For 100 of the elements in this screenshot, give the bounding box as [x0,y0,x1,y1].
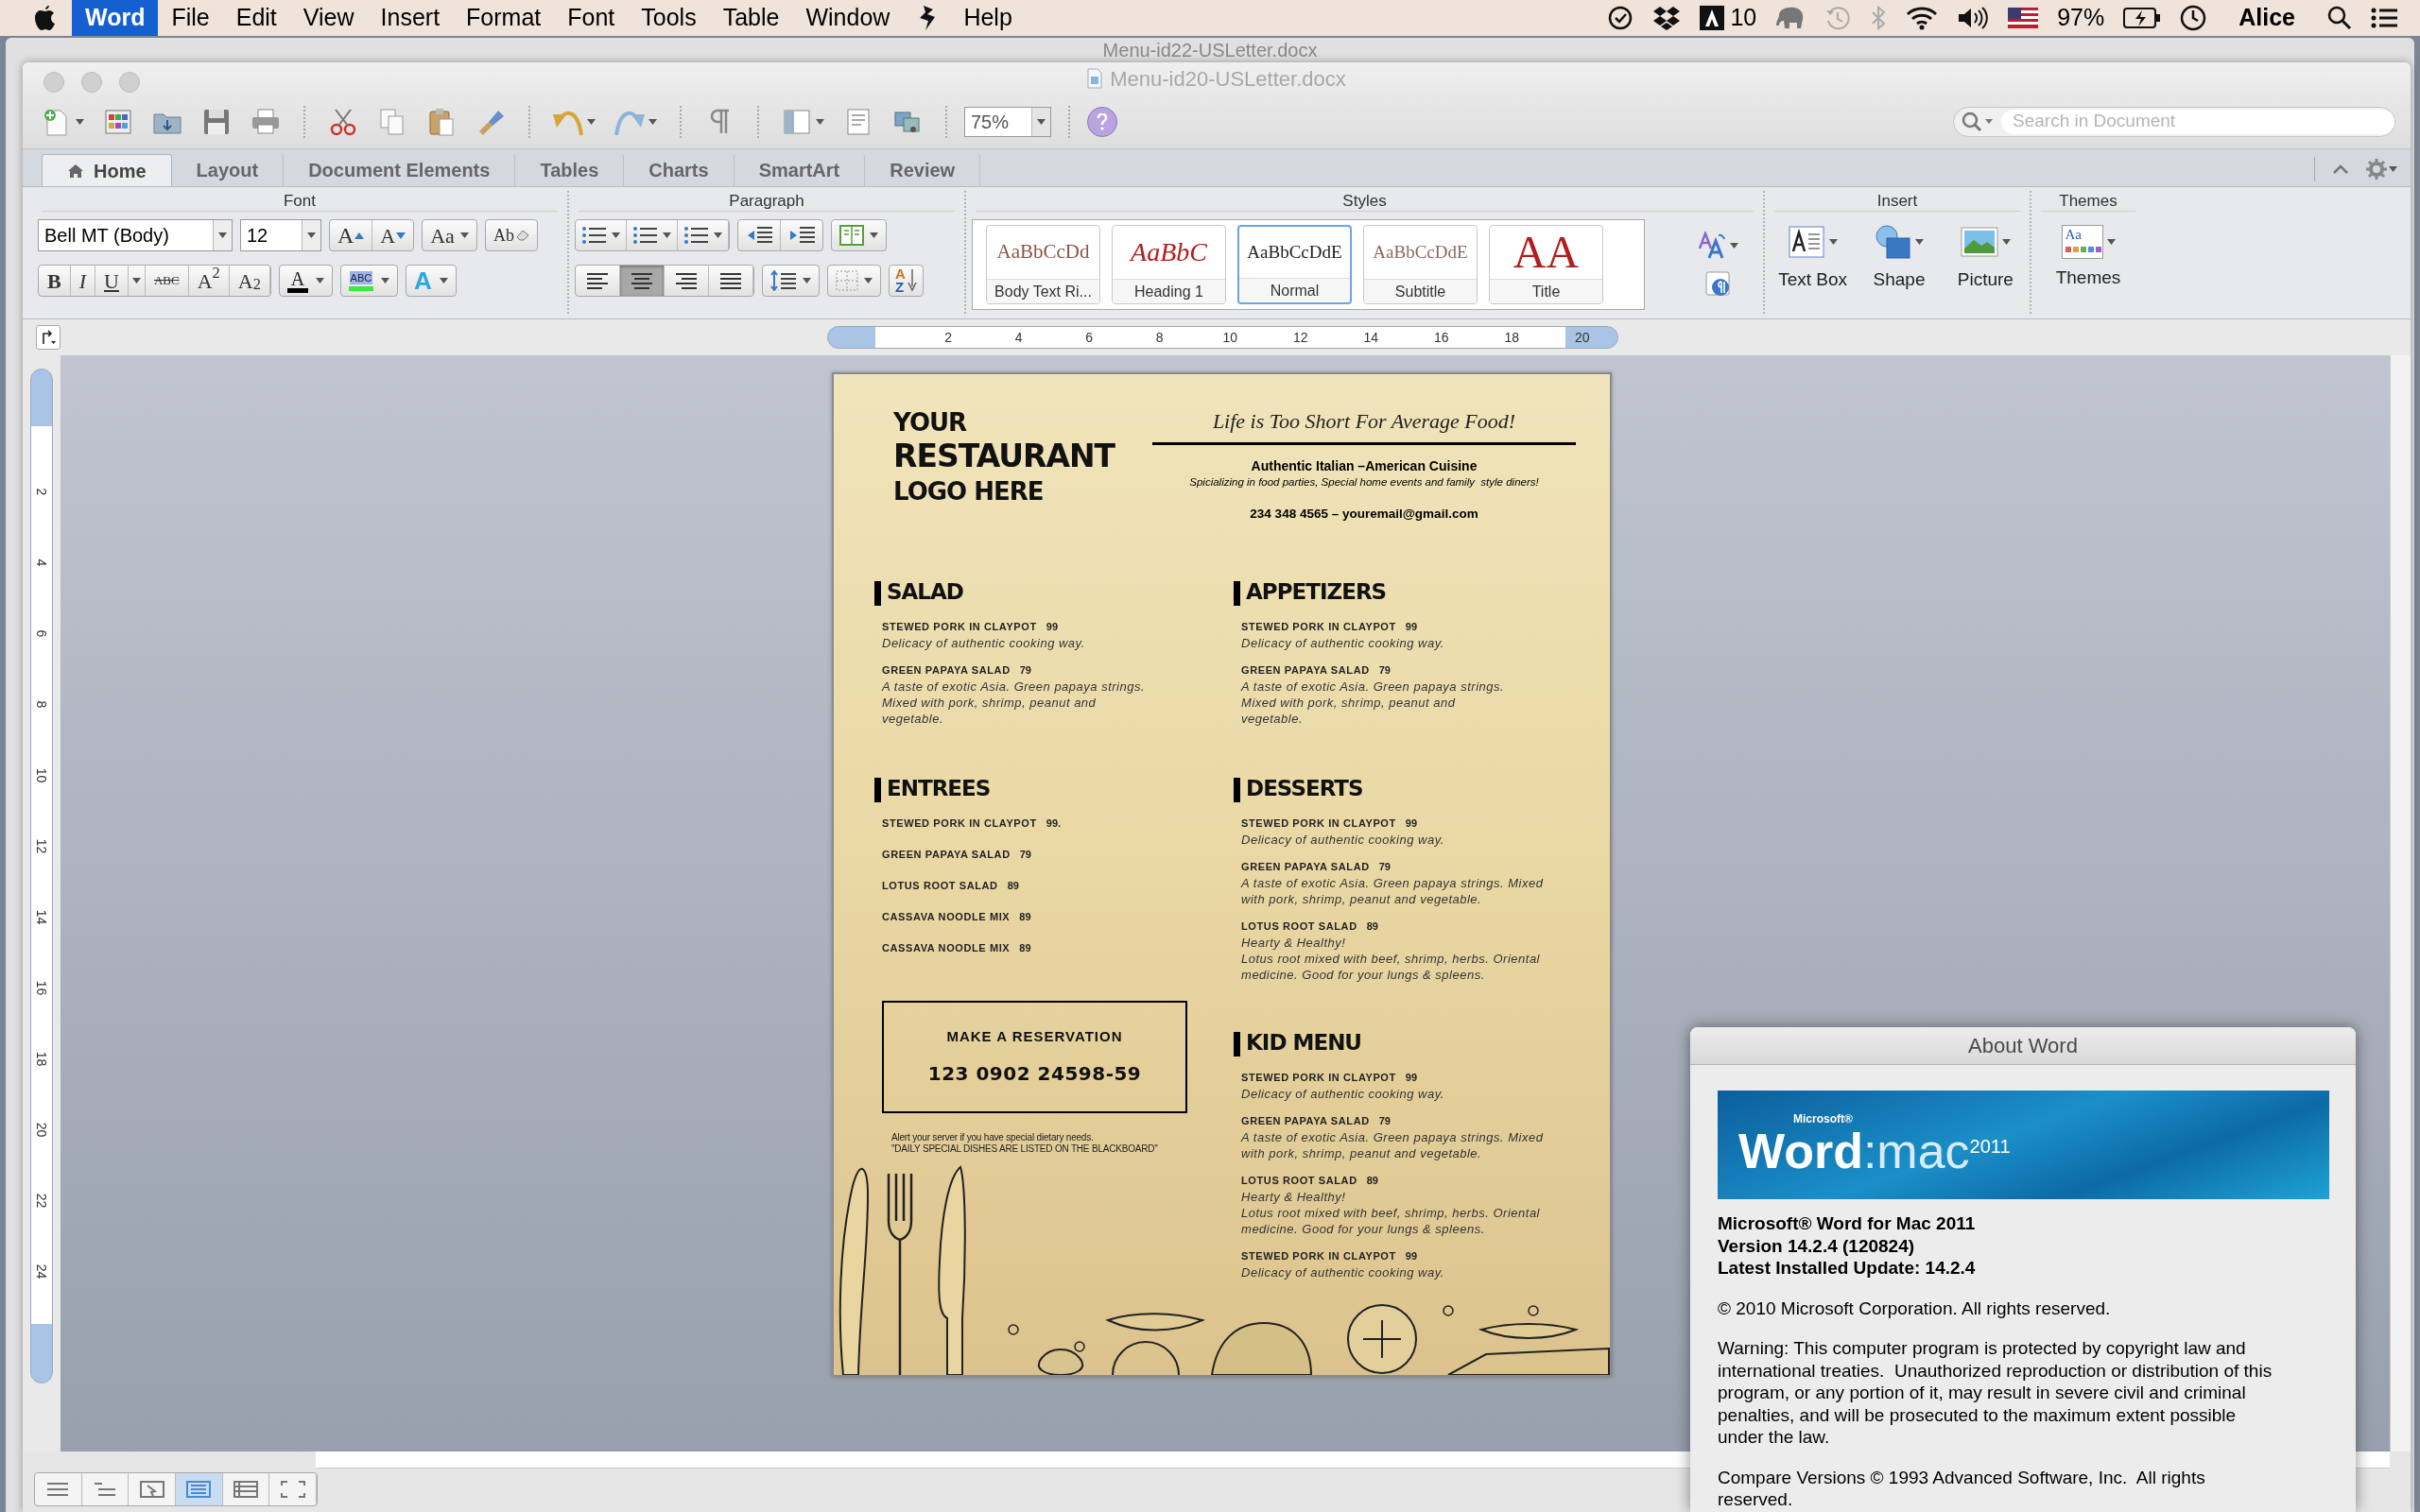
section-title: ENTREES [887,775,991,802]
volume-icon[interactable] [1957,6,1990,30]
group-title: Font [284,191,316,211]
style-card[interactable]: AaBbCcDdE Normal [1237,225,1352,304]
format-bold-button[interactable]: B [39,266,71,296]
down-arrow-icon [907,269,917,292]
style-preview: AaBbCcDd [996,239,1090,266]
insert-picture-button[interactable]: Picture [1946,221,2024,294]
line-spacing-button[interactable] [762,265,820,297]
user-name[interactable]: Alice [2238,0,2295,36]
format-italic-button[interactable]: I [70,266,95,296]
format-superscript-button[interactable]: A$^{2}$ [188,266,230,296]
vertical-scroll-bar[interactable] [2390,355,2411,1452]
ribbon-tab[interactable]: Charts [624,154,735,186]
warning-text: Warning: This computer program is protected by copyright law and international treaties. Unauthorized reproduction or distribution of this program, or any portion of it, may result in severe civil and criminal penalties, and will be prosecuted to the maximum extent possible under the law. [1718,1337,2273,1449]
zoom-field[interactable]: 75% [964,106,1051,137]
clear-formatting-button[interactable]: Ab [484,219,538,251]
flag-icon[interactable] [2008,8,2039,28]
wifi-icon[interactable] [1906,6,1939,30]
format-underline-button[interactable]: U [95,266,129,296]
dish-price: 79 [1019,663,1031,679]
ribbon-tab[interactable]: Document Elements [284,154,516,186]
menu-item[interactable]: Window [792,0,904,36]
borders-button[interactable] [827,265,881,297]
alignment-lines-icon [674,270,699,291]
insert-shape-button[interactable]: Shape [1860,221,1938,294]
shrink-font-button[interactable]: A [372,220,414,250]
align-center-button[interactable] [620,266,665,296]
font-name-field[interactable]: Bell MT (Body) [38,219,233,251]
themes-button[interactable]: Aa Themes [2037,221,2139,292]
dish-name: GREEN PAPAYA SALAD [1241,663,1370,679]
search-icon[interactable] [2327,6,2352,30]
caret-icon [714,232,722,238]
dropbox-icon[interactable] [1652,5,1682,31]
caret-icon [864,278,873,284]
search-field[interactable]: Search in Document [1953,106,2395,137]
caret-icon [1730,243,1738,249]
ribbon-tab[interactable]: Home [42,154,172,186]
style-name: Title [1531,282,1561,301]
ribbon-tab[interactable]: Tables [515,154,625,186]
menu-item[interactable]: Help [950,0,1026,36]
menu-item[interactable]: File [158,0,223,36]
menu-item[interactable]: Tools [628,0,710,36]
style-preview: AaBbCcDdE [1373,240,1468,264]
grow-font-button[interactable]: A [330,220,373,250]
style-card[interactable]: AA Title [1489,225,1603,304]
style-card[interactable]: AaBbC Heading 1 [1112,225,1226,304]
highlight-button[interactable]: ABC [339,265,398,297]
menu-item[interactable]: Format [453,0,555,36]
menu-item[interactable]: Table [709,0,793,36]
font-size-field[interactable]: 12 [240,219,321,251]
change-case-button[interactable]: Aa [422,219,477,251]
dish-name: STEWED PORK IN CLAYPOT [1241,1249,1396,1264]
tab-stop-selector[interactable] [36,325,60,350]
menu-item[interactable]: Insert [367,0,454,36]
ribbon-tab[interactable]: SmartArt [734,154,866,186]
font-color-button[interactable]: A [278,265,333,297]
apple-logo-icon[interactable] [34,5,57,31]
menu-item[interactable]: View [289,0,368,36]
caret-icon [648,118,657,125]
product-info-text: Version 14.2.4 (120824) [1718,1234,1916,1257]
dish-price: 99. [1046,816,1062,832]
ruler-number: 8 [1155,328,1164,347]
contact-text: 234 348 4565 – youremail@gmail.com [1250,507,1478,522]
check-bubble-icon[interactable] [1607,5,1634,31]
notification-count: 10 [1730,3,1757,33]
dish-description: A taste of exotic Asia. Green papaya strings. Mixed with pork, shrimp, peanut and vegetable. [1241,679,1506,727]
help-button[interactable] [1087,106,1117,137]
vertical-ruler[interactable]: 2 4 6 8 10 12 14 16 18 20 22 24 [30,369,53,1383]
ruler-number: 22 [33,1193,51,1209]
menu-list-icon[interactable] [2371,8,2397,28]
ruler-number: 6 [33,629,51,638]
format-subscript-button[interactable]: A$_{2}$ [229,266,270,296]
style-card[interactable]: AaBbCcDdE Subtitle [1363,225,1478,304]
clock-icon[interactable] [2180,5,2207,31]
collapse-ribbon-icon [2332,163,2349,175]
manage-styles-button[interactable] [1698,232,1738,260]
format-strikethrough-button[interactable]: ABC [145,266,189,296]
adobe-icon[interactable] [1700,6,1725,30]
caret-icon [2389,166,2397,172]
section-marker [1234,581,1241,606]
menu-item[interactable]: Font [554,0,629,36]
styles-pane-button[interactable] [1704,271,1732,298]
dish-price: 89 [1366,1174,1378,1189]
ribbon-tab[interactable]: Layout [171,154,285,186]
style-card[interactable]: AaBbCcDd Body Text Ri... [986,225,1100,304]
reservation-phone: 123 0902 24598-59 [927,1060,1142,1087]
dish-name: GREEN PAPAYA SALAD [1241,1114,1370,1129]
battery-charging-icon[interactable] [2123,7,2162,29]
down-arrow-icon [396,232,406,239]
insert-textbox-button[interactable]: Text Box [1774,221,1852,294]
ribbon-tab[interactable]: Review [865,154,981,186]
horizontal-ruler[interactable]: 2 4 6 8 10 12 14 16 18 20 [827,326,1618,349]
ruler-number: 14 [1363,328,1379,347]
sort-button[interactable]: A Z [889,265,924,297]
print-layout-button[interactable] [176,1473,223,1505]
menu-item[interactable]: Word [72,0,159,36]
caret-icon [459,232,469,238]
columns-button[interactable] [831,219,887,251]
menu-item[interactable]: Edit [222,0,290,36]
